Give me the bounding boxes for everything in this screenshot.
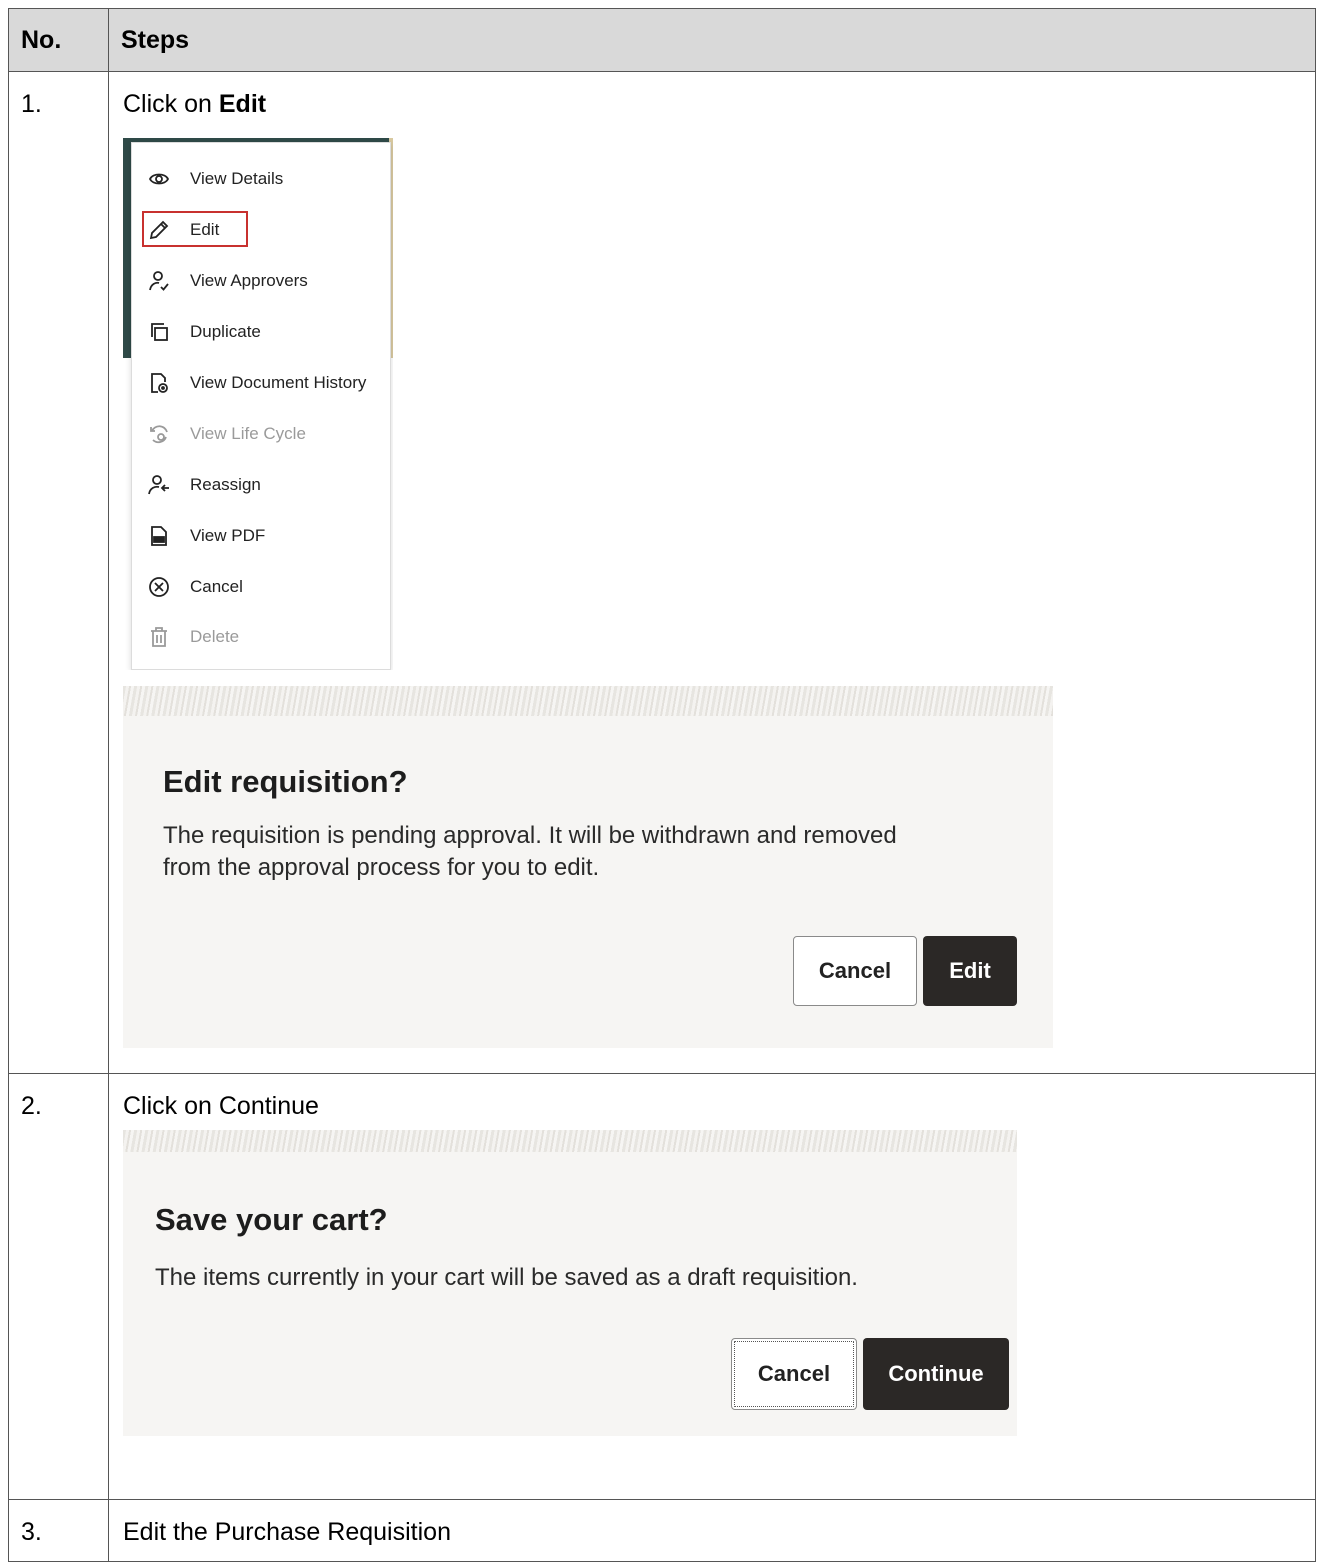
menu-item-view-document-history[interactable]: View Document History: [132, 361, 390, 405]
menu-item-duplicate[interactable]: Duplicate: [132, 310, 390, 354]
actions-menu-screenshot: View Details Edit View Approvers Duplica…: [123, 138, 393, 670]
actions-menu: View Details Edit View Approvers Duplica…: [131, 142, 391, 670]
life-cycle-icon: [148, 423, 170, 445]
menu-item-delete[interactable]: Delete: [132, 615, 390, 659]
header-no: No.: [8, 8, 109, 72]
step-cell: Edit the Purchase Requisition: [108, 1499, 1316, 1562]
step-number: 3.: [21, 1518, 42, 1546]
eye-icon: [148, 168, 170, 190]
table-header-row: No. Steps: [8, 8, 1316, 72]
edit-highlight-box: [142, 211, 248, 247]
dialog-message: The items currently in your cart will be…: [155, 1264, 858, 1291]
table-row: 2. Click on Continue Save your cart? The…: [8, 1073, 1316, 1500]
step-number: 2.: [21, 1092, 42, 1120]
user-check-icon: [148, 270, 170, 292]
menu-item-view-life-cycle[interactable]: View Life Cycle: [132, 412, 390, 456]
header-steps: Steps: [108, 8, 1316, 72]
cancel-circle-icon: [148, 576, 170, 598]
step-cell: Click on Continue Save your cart? The it…: [108, 1073, 1316, 1500]
step-text: Edit the Purchase Requisition: [123, 1518, 451, 1546]
edit-button[interactable]: Edit: [923, 936, 1017, 1006]
menu-item-view-details[interactable]: View Details: [132, 157, 390, 201]
menu-item-view-approvers[interactable]: View Approvers: [132, 259, 390, 303]
cancel-button[interactable]: Cancel: [731, 1338, 857, 1410]
user-reassign-icon: [148, 474, 170, 496]
document-history-icon: [148, 372, 170, 394]
menu-item-view-pdf[interactable]: View PDF: [132, 514, 390, 558]
menu-item-reassign[interactable]: Reassign: [132, 463, 390, 507]
dialog-message-line2: from the approval process for you to edi…: [163, 854, 600, 881]
dialog-title: Save your cart?: [155, 1202, 388, 1237]
menu-item-cancel[interactable]: Cancel: [132, 565, 390, 609]
table-row: 1. Click on Edit View Details Edit View …: [8, 71, 1316, 1074]
dialog-title: Edit requisition?: [163, 764, 408, 799]
step-cell: Click on Edit View Details Edit View App…: [108, 71, 1316, 1074]
copy-icon: [148, 321, 170, 343]
step-number: 1.: [21, 90, 42, 118]
trash-icon: [148, 626, 170, 648]
edit-requisition-dialog: Edit requisition? The requisition is pen…: [123, 686, 1053, 1048]
step-text-bold: Edit: [218, 90, 267, 118]
cancel-button[interactable]: Cancel: [793, 936, 917, 1006]
dialog-message-line1: The requisition is pending approval. It …: [163, 822, 897, 849]
steps-table: No. Steps 1. Click on Edit View Details …: [8, 8, 1316, 1562]
pdf-icon: [148, 525, 170, 547]
step-text: Click on Edit: [123, 90, 267, 118]
save-cart-dialog: Save your cart? The items currently in y…: [123, 1130, 1017, 1436]
table-row: 3. Edit the Purchase Requisition: [8, 1499, 1316, 1562]
step-text: Click on Continue: [123, 1092, 319, 1120]
continue-button[interactable]: Continue: [863, 1338, 1009, 1410]
